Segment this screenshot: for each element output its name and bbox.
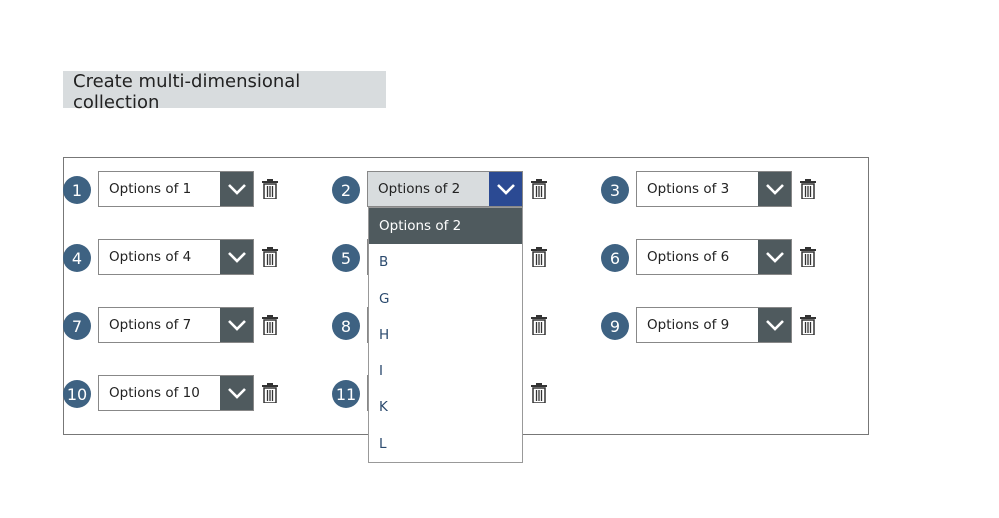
select-value: Options of 2 (378, 181, 461, 197)
select-value: Options of 6 (647, 249, 730, 265)
options-select[interactable]: Options of 6 (636, 239, 792, 275)
trash-icon[interactable] (531, 315, 547, 339)
options-select[interactable]: Options of 2 (367, 171, 523, 207)
options-select[interactable]: Options of 3 (636, 171, 792, 207)
trash-icon[interactable] (262, 247, 278, 271)
item-number-badge: 5 (332, 244, 360, 272)
chevron-down-icon[interactable] (758, 240, 791, 274)
chevron-down-icon[interactable] (220, 240, 253, 274)
options-select[interactable]: Options of 1 (98, 171, 254, 207)
chevron-down-icon[interactable] (758, 308, 791, 342)
collection-item: 10 Options of 10 (63, 375, 293, 411)
dropdown-option[interactable]: L (369, 426, 522, 462)
trash-icon[interactable] (800, 179, 816, 203)
collection-item: 4 Options of 4 (63, 239, 293, 275)
item-number-badge: 9 (601, 312, 629, 340)
select-value: Options of 9 (647, 317, 730, 333)
item-number-badge: 10 (63, 380, 91, 408)
options-select[interactable]: Options of 10 (98, 375, 254, 411)
options-select[interactable]: Options of 7 (98, 307, 254, 343)
select-value: Options of 4 (109, 249, 192, 265)
trash-icon[interactable] (531, 179, 547, 203)
chevron-down-icon[interactable] (758, 172, 791, 206)
trash-icon[interactable] (800, 315, 816, 339)
dropdown-option[interactable]: H (369, 317, 522, 353)
collection-item: 7 Options of 7 (63, 307, 293, 343)
dropdown-option[interactable]: G (369, 281, 522, 317)
chevron-down-icon[interactable] (220, 308, 253, 342)
select-value: Options of 7 (109, 317, 192, 333)
dropdown-option[interactable]: Options of 2 (369, 208, 522, 245)
chevron-down-icon[interactable] (220, 172, 253, 206)
trash-icon[interactable] (800, 247, 816, 271)
chevron-down-icon[interactable] (489, 172, 522, 206)
options-select[interactable]: Options of 9 (636, 307, 792, 343)
select-value: Options of 10 (109, 385, 200, 401)
trash-icon[interactable] (262, 315, 278, 339)
trash-icon[interactable] (262, 179, 278, 203)
dropdown-option[interactable]: I (369, 353, 522, 389)
dropdown-option[interactable]: K (369, 389, 522, 425)
trash-icon[interactable] (262, 383, 278, 407)
item-number-badge: 2 (332, 176, 360, 204)
collection-item: 6 Options of 6 (601, 239, 831, 275)
item-number-badge: 11 (332, 380, 360, 408)
item-number-badge: 6 (601, 244, 629, 272)
item-number-badge: 8 (332, 312, 360, 340)
create-collection-button[interactable]: Create multi-dimensional collection (63, 71, 386, 113)
select-value: Options of 3 (647, 181, 730, 197)
trash-icon[interactable] (531, 247, 547, 271)
item-number-badge: 1 (63, 176, 91, 204)
collection-item: 9 Options of 9 (601, 307, 831, 343)
chevron-down-icon[interactable] (220, 376, 253, 410)
item-number-badge: 7 (63, 312, 91, 340)
item-number-badge: 3 (601, 176, 629, 204)
dropdown-option[interactable]: B (369, 244, 522, 280)
collection-item: 1 Options of 1 (63, 171, 293, 207)
select-value: Options of 1 (109, 181, 192, 197)
trash-icon[interactable] (531, 383, 547, 407)
options-select[interactable]: Options of 4 (98, 239, 254, 275)
dropdown-list: Options of 2BGHIKL (368, 207, 523, 463)
item-number-badge: 4 (63, 244, 91, 272)
collection-item: 2 Options of 2 (332, 171, 562, 207)
collection-item: 3 Options of 3 (601, 171, 831, 207)
